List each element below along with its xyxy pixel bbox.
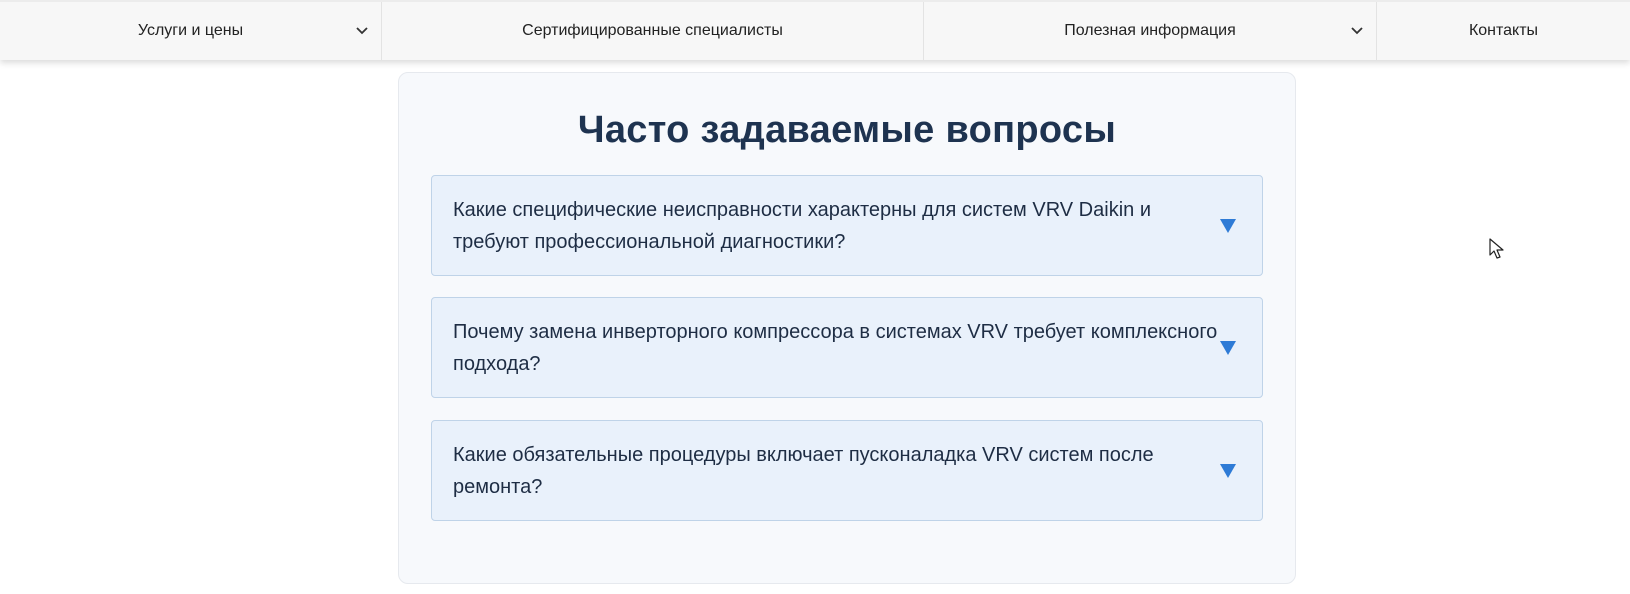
- nav-item-label: Контакты: [1468, 22, 1539, 39]
- faq-question: Какие специфические неисправности характ…: [453, 198, 1151, 253]
- faq-item[interactable]: Какие обязательные процедуры включает пу…: [431, 420, 1263, 521]
- chevron-down-icon[interactable]: [355, 24, 369, 38]
- nav-item-useful-info[interactable]: Полезная информация: [924, 2, 1377, 60]
- triangle-down-icon[interactable]: [1220, 218, 1236, 233]
- nav-item-services[interactable]: Услуги и цены: [0, 2, 382, 60]
- triangle-down-icon[interactable]: [1220, 340, 1236, 355]
- top-navigation: Услуги и цены Сертифицированные специали…: [0, 0, 1630, 60]
- faq-section: Часто задаваемые вопросы Какие специфиче…: [398, 72, 1296, 584]
- nav-item-label: Полезная информация: [1064, 22, 1236, 39]
- nav-item-specialists[interactable]: Сертифицированные специалисты: [382, 2, 924, 60]
- nav-item-label: Сертифицированные специалисты: [522, 22, 783, 39]
- faq-item[interactable]: Какие специфические неисправности характ…: [431, 175, 1263, 276]
- faq-title: Часто задаваемые вопросы: [577, 109, 1117, 151]
- nav-item-label: Услуги и цены: [137, 22, 244, 39]
- faq-question: Какие обязательные процедуры включает пу…: [453, 443, 1154, 498]
- nav-item-contacts[interactable]: Контакты: [1377, 2, 1630, 60]
- faq-question: Почему замена инверторного компрессора в…: [453, 320, 1218, 375]
- chevron-down-icon[interactable]: [1350, 24, 1364, 38]
- faq-item[interactable]: Почему замена инверторного компрессора в…: [431, 297, 1263, 398]
- mouse-cursor-icon: [1489, 238, 1504, 259]
- triangle-down-icon[interactable]: [1220, 463, 1236, 478]
